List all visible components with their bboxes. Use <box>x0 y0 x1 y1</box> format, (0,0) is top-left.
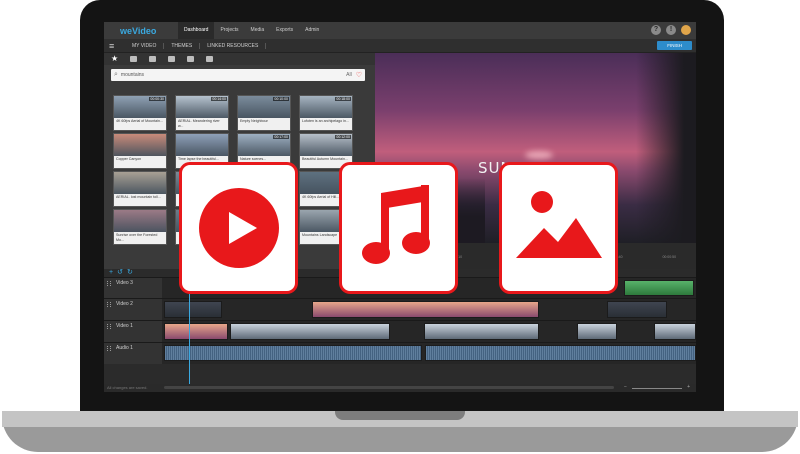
top-bar: weVideo Dashboard Projects Media Exports… <box>104 22 696 39</box>
thumbnail-duration: 00:14:00 <box>211 97 227 101</box>
music-note-icon <box>361 185 430 264</box>
thumbnail-caption: AERIAL. lost mountain toll... <box>114 194 166 206</box>
media-toolbar: ★ <box>104 53 375 65</box>
thumbnail-caption: Empty Neighbour <box>238 118 290 130</box>
finish-button[interactable]: FINISH <box>657 41 692 50</box>
add-track-icon[interactable]: + <box>109 269 113 277</box>
timeline-clip[interactable] <box>577 323 617 340</box>
heart-icon[interactable]: ♡ <box>356 71 362 79</box>
help-icon[interactable]: ? <box>651 25 661 35</box>
thumbnail-image <box>114 210 166 234</box>
timeline-clip[interactable] <box>164 301 222 318</box>
drag-handle-icon[interactable] <box>107 281 111 286</box>
track-label: Video 2 <box>116 301 133 307</box>
filter-select[interactable]: All <box>346 72 352 78</box>
search-icon: ⌕ <box>114 71 118 78</box>
track-label: Audio 1 <box>116 345 133 351</box>
thumbnail-duration: 00:10:00 <box>273 97 289 101</box>
track-audio-1: Audio 1 <box>104 342 696 364</box>
nav-projects[interactable]: Projects <box>214 22 244 39</box>
tab-themes[interactable]: THEMES <box>164 42 201 49</box>
laptop-notch <box>335 411 465 420</box>
timeline-clip[interactable] <box>230 323 390 340</box>
nav-media[interactable]: Media <box>245 22 271 39</box>
nav-dashboard[interactable]: Dashboard <box>178 22 215 39</box>
media-thumbnail[interactable]: AERIAL. lost mountain toll... <box>113 171 167 207</box>
thumbnail-caption: 4K 60fps Aerial of Mountain... <box>114 118 166 130</box>
thumbnail-caption: Copper Canyon <box>114 156 166 168</box>
stock-image-icon[interactable] <box>168 56 176 62</box>
media-thumbnail[interactable]: Sunrise over the Forested Mo... <box>113 209 167 245</box>
thumbnail-image <box>114 134 166 158</box>
thumbnail-caption: Lofoten is an archipelago in... <box>300 118 352 130</box>
media-thumbnail[interactable]: 00:00:30 4K 60fps Aerial of Mountain... <box>113 95 167 131</box>
thumbnail-caption: AERIAL. Meandering river w... <box>176 118 228 130</box>
timeline-clip[interactable] <box>654 323 696 340</box>
media-thumbnail[interactable]: 00:18:00 Lofoten is an archipelago in... <box>299 95 353 131</box>
undo-icon[interactable]: ↺ <box>117 269 123 277</box>
nav-admin[interactable]: Admin <box>299 22 325 39</box>
drag-handle-icon[interactable] <box>107 324 111 329</box>
youtube-play-icon <box>198 188 279 268</box>
thumbnail-image <box>176 134 228 158</box>
track-label: Video 3 <box>116 280 133 286</box>
sub-bar: ≡ MY VIDEO THEMES LINKED RESOURCES FINIS… <box>104 39 696 53</box>
zoom-slider[interactable]: − + <box>624 384 690 390</box>
track-video-1: Video 1 <box>104 320 696 342</box>
timeline-clip[interactable] <box>607 301 667 318</box>
cloud-icon[interactable] <box>187 56 195 62</box>
timeline-clip[interactable] <box>312 301 539 318</box>
redo-icon[interactable]: ↻ <box>127 269 133 277</box>
thumbnail-duration: 00:00:30 <box>149 97 165 101</box>
zoom-out-icon[interactable]: − <box>624 384 627 390</box>
save-status: All changes are saved. <box>107 385 148 390</box>
timeline-clip[interactable] <box>164 323 228 340</box>
media-thumbnail[interactable]: Copper Canyon <box>113 133 167 169</box>
music-tile[interactable] <box>339 162 458 294</box>
media-thumbnail[interactable]: 00:10:00 Empty Neighbour <box>237 95 291 131</box>
library-icon[interactable] <box>206 56 214 62</box>
music-note-icon <box>107 346 111 351</box>
timeline-clip[interactable] <box>424 323 539 340</box>
favorites-icon[interactable]: ★ <box>111 55 118 63</box>
ruler-tick: 00:00:50 <box>662 255 677 259</box>
search-input[interactable]: mountains <box>121 72 346 78</box>
timeline-clip[interactable] <box>624 280 694 296</box>
horizontal-scrollbar[interactable] <box>164 386 614 389</box>
stock-video-icon[interactable] <box>149 56 157 62</box>
media-search: ⌕ mountains All ♡ <box>111 69 365 81</box>
youtube-tile[interactable] <box>179 162 298 294</box>
preview-trees-right <box>636 53 696 243</box>
notification-icon[interactable]: ! <box>666 25 676 35</box>
audio-clip[interactable] <box>425 345 696 361</box>
drag-handle-icon[interactable] <box>107 302 111 307</box>
folder-icon[interactable] <box>130 56 138 62</box>
image-mountain-icon <box>515 191 602 258</box>
nav-exports[interactable]: Exports <box>270 22 299 39</box>
thumbnail-duration: 00:12:00 <box>335 135 351 139</box>
user-avatar-icon[interactable] <box>681 25 691 35</box>
menu-icon[interactable]: ≡ <box>109 41 125 51</box>
top-icons: ? ! <box>651 25 691 35</box>
media-thumbnail[interactable]: 00:14:00 AERIAL. Meandering river w... <box>175 95 229 131</box>
preview-sun <box>525 151 553 159</box>
track-video-2: Video 2 <box>104 298 696 320</box>
app-logo[interactable]: weVideo <box>120 26 178 36</box>
thumbnail-duration: 00:17:00 <box>273 135 289 139</box>
zoom-in-icon[interactable]: + <box>687 384 690 390</box>
audio-clip[interactable] <box>164 345 422 361</box>
thumbnail-duration: 00:18:00 <box>335 97 351 101</box>
tab-linked-resources[interactable]: LINKED RESOURCES <box>200 42 267 49</box>
tab-my-video[interactable]: MY VIDEO <box>125 42 165 49</box>
thumbnail-caption: Sunrise over the Forested Mo... <box>114 232 166 244</box>
thumbnail-image <box>114 172 166 196</box>
image-tile[interactable] <box>499 162 618 294</box>
track-label: Video 1 <box>116 323 133 329</box>
main-nav: Dashboard Projects Media Exports Admin <box>178 22 325 39</box>
